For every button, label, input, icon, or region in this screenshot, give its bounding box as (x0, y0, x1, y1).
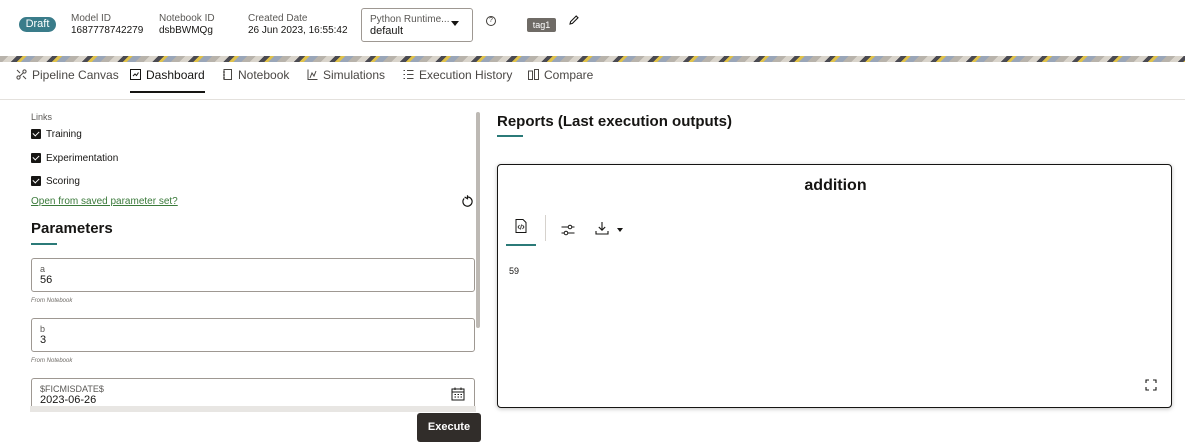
dashboard-icon (130, 69, 141, 80)
status-badge: Draft (19, 17, 56, 32)
tab-simulations[interactable]: Simulations (307, 62, 385, 93)
model-id: Model ID 1687778742279 (71, 13, 143, 36)
tab-label: Execution History (419, 68, 513, 82)
code-output-icon[interactable] (514, 219, 528, 233)
notebook-id-value: dsbBWMQg (159, 25, 213, 36)
tab-label: Dashboard (146, 68, 205, 82)
field-value[interactable]: 56 (40, 274, 52, 286)
checkbox-checked-icon[interactable] (31, 176, 41, 186)
field-value[interactable]: 3 (40, 334, 46, 346)
field-label: $FICMISDATE$ (40, 384, 104, 394)
checkbox-label: Scoring (46, 176, 80, 187)
tab-bar: Pipeline Canvas Dashboard Notebook Simul… (0, 62, 1185, 100)
tab-pipeline-canvas[interactable]: Pipeline Canvas (16, 62, 119, 93)
reports-title: Reports (Last execution outputs) (497, 113, 733, 130)
title-underline (497, 135, 523, 137)
parameters-title: Parameters (31, 220, 113, 237)
tab-label: Notebook (238, 68, 290, 82)
tab-execution-history[interactable]: Execution History (403, 62, 512, 93)
tab-label: Pipeline Canvas (32, 68, 119, 82)
model-id-value: 1687778742279 (71, 25, 144, 36)
calendar-icon[interactable] (451, 387, 465, 401)
checkbox-scoring[interactable]: Scoring (31, 176, 80, 187)
scrollbar[interactable] (476, 112, 480, 328)
expand-icon[interactable] (1145, 379, 1157, 391)
pipeline-icon (16, 69, 27, 80)
parameter-a-field[interactable]: a 56 (31, 258, 475, 292)
tab-notebook[interactable]: Notebook (222, 62, 289, 93)
checkbox-label: Training (46, 129, 82, 140)
tab-label: Compare (544, 68, 594, 82)
field-label: a (40, 264, 46, 274)
header: Draft Model ID 1687778742279 Notebook ID… (0, 0, 1185, 56)
field-hint: From Notebook (31, 298, 73, 304)
links-label: Links (31, 112, 53, 122)
field-label: b (40, 324, 46, 334)
execute-button[interactable]: Execute (417, 413, 481, 442)
field-hint: From Notebook (31, 358, 73, 364)
created-date-value: 26 Jun 2023, 16:55:42 (248, 25, 348, 36)
chevron-down-icon (451, 21, 459, 26)
list-icon (403, 70, 414, 79)
parameters-panel: Links Training Experimentation Scoring O… (0, 100, 490, 447)
checkbox-experimentation[interactable]: Experimentation (31, 153, 118, 164)
scroll-fade (30, 406, 476, 412)
tab-label: Simulations (323, 68, 386, 82)
tab-compare[interactable]: Compare (528, 62, 593, 93)
tag-chip[interactable]: tag1 (527, 18, 556, 32)
model-id-label: Model ID (71, 13, 112, 24)
compare-icon (528, 69, 539, 80)
checkbox-checked-icon[interactable] (31, 153, 41, 163)
report-card: addition 59 (497, 164, 1172, 408)
title-underline (31, 243, 57, 245)
pencil-icon[interactable] (568, 14, 580, 26)
download-icon[interactable] (595, 221, 609, 235)
chevron-down-icon[interactable] (617, 228, 623, 232)
toolbar-divider (545, 215, 546, 241)
notebook-id: Notebook ID dsbBWMQg (159, 13, 215, 36)
reset-icon[interactable] (461, 195, 474, 208)
created-date-label: Created Date (248, 13, 308, 24)
report-card-title: addition (804, 177, 867, 194)
simulations-icon (307, 69, 318, 80)
notebook-id-label: Notebook ID (159, 13, 215, 24)
field-value[interactable]: 2023-06-26 (40, 394, 96, 406)
runtime-value: default (370, 25, 404, 37)
filter-settings-icon[interactable] (561, 223, 575, 237)
runtime-label: Python Runtime... (370, 14, 450, 25)
checkbox-training[interactable]: Training (31, 129, 82, 140)
notebook-icon (223, 69, 232, 80)
help-icon[interactable]: ? (486, 16, 496, 26)
checkbox-label: Experimentation (46, 153, 119, 164)
python-runtime-select[interactable]: Python Runtime... default (361, 8, 473, 42)
parameter-b-field[interactable]: b 3 (31, 318, 475, 352)
checkbox-checked-icon[interactable] (31, 129, 41, 139)
created-date: Created Date 26 Jun 2023, 16:55:42 (248, 13, 348, 36)
report-output-value: 59 (509, 266, 520, 276)
tab-dashboard[interactable]: Dashboard (130, 62, 205, 93)
active-tool-underline (506, 244, 536, 246)
open-saved-parameter-set-link[interactable]: Open from saved parameter set? (31, 196, 178, 207)
